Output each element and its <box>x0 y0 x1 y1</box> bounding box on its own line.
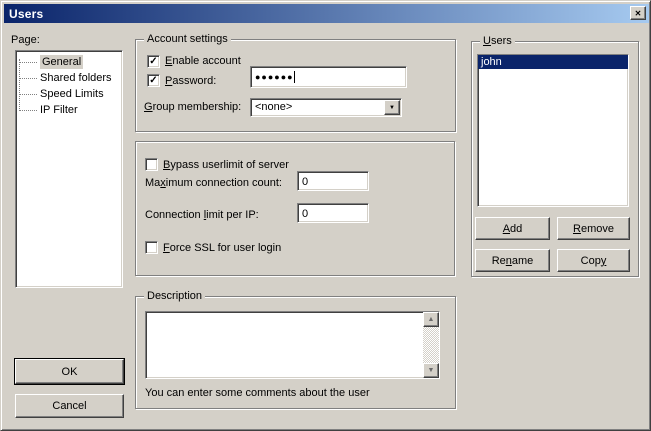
close-icon: ✕ <box>635 9 642 18</box>
tree-item-general[interactable]: General <box>16 54 122 70</box>
force-ssl-checkbox[interactable] <box>145 241 158 254</box>
tree-item-ip-filter[interactable]: IP Filter <box>16 102 122 118</box>
users-dialog: Users ✕ Page: General Shared folders Spe… <box>0 0 651 431</box>
tree-item-speed-limits[interactable]: Speed Limits <box>16 86 122 102</box>
description-title: Description <box>144 290 205 303</box>
checkmark-icon: ✓ <box>149 57 157 67</box>
ok-button[interactable]: OK <box>15 359 124 384</box>
checkmark-icon: ✓ <box>149 76 157 86</box>
add-button[interactable]: Add <box>475 217 550 240</box>
description-hint: You can enter some comments about the us… <box>145 387 370 400</box>
password-masked-value: ●●●●●● <box>255 72 294 82</box>
tree-item-shared-folders[interactable]: Shared folders <box>16 70 122 86</box>
bypass-userlimit-label[interactable]: Bypass userlimit of server <box>163 159 289 172</box>
account-settings-group: Account settings ✓ Enable account ✓ Pass… <box>135 39 456 132</box>
copy-button[interactable]: Copy <box>557 249 630 272</box>
enable-account-label[interactable]: Enable account <box>165 55 241 68</box>
rename-button[interactable]: Rename <box>475 249 550 272</box>
max-connection-count-label: Maximum connection count: <box>145 177 282 190</box>
page-tree: General Shared folders Speed Limits IP F… <box>15 50 123 288</box>
password-label[interactable]: Password: <box>165 75 216 88</box>
text-caret <box>294 71 295 83</box>
close-button[interactable]: ✕ <box>630 6 646 20</box>
description-textarea[interactable]: ▲ ▼ <box>145 311 440 379</box>
list-item[interactable]: john <box>478 55 628 69</box>
users-group: Users john Add Remove Rename Copy <box>471 41 639 277</box>
bypass-userlimit-checkbox[interactable] <box>145 158 158 171</box>
connection-limits-group: Bypass userlimit of server Maximum conne… <box>135 141 455 276</box>
description-value <box>146 312 439 316</box>
description-group: Description ▲ ▼ You can enter some comme… <box>135 296 456 409</box>
scroll-up-icon: ▲ <box>428 316 435 323</box>
force-ssl-label[interactable]: Force SSL for user login <box>163 242 281 255</box>
scroll-down-button[interactable]: ▼ <box>423 363 439 378</box>
password-input[interactable]: ●●●●●● <box>250 66 407 88</box>
page-list-label: Page: <box>11 34 40 47</box>
connection-limit-per-ip-label: Connection limit per IP: <box>145 209 259 222</box>
password-checkbox[interactable]: ✓ <box>147 74 160 87</box>
chevron-down-icon: ▼ <box>389 105 395 111</box>
scroll-down-icon: ▼ <box>428 367 435 374</box>
cancel-button[interactable]: Cancel <box>15 394 124 418</box>
connection-limit-per-ip-input[interactable]: 0 <box>297 203 369 223</box>
remove-button[interactable]: Remove <box>557 217 630 240</box>
max-connection-count-input[interactable]: 0 <box>297 171 369 191</box>
dropdown-button[interactable]: ▼ <box>384 100 400 115</box>
enable-account-checkbox[interactable]: ✓ <box>147 55 160 68</box>
title-bar: Users ✕ <box>4 4 649 23</box>
account-settings-title: Account settings <box>144 33 231 46</box>
users-group-title: Users <box>480 35 515 48</box>
group-membership-select[interactable]: <none> ▼ <box>250 98 402 117</box>
users-listbox[interactable]: john <box>477 54 629 207</box>
group-membership-value: <none> <box>251 99 401 114</box>
group-membership-label: Group membership: <box>144 101 241 114</box>
description-scrollbar[interactable]: ▲ ▼ <box>423 312 439 378</box>
scroll-up-button[interactable]: ▲ <box>423 312 439 327</box>
window-title: Users <box>9 7 43 21</box>
